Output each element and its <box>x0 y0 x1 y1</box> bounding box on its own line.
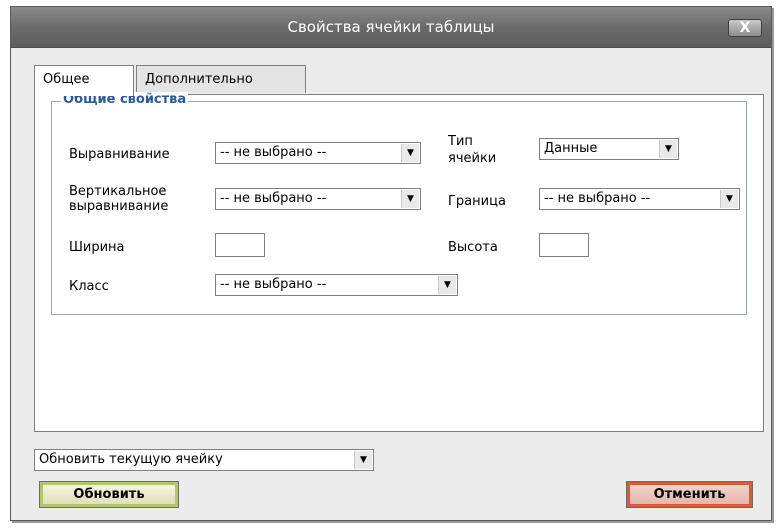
chevron-down-icon[interactable]: ▼ <box>354 451 372 469</box>
tab-general[interactable]: Общее <box>34 65 134 96</box>
border-select[interactable]: -- не выбрано -- ▼ <box>539 188 740 210</box>
tab-advanced[interactable]: Дополнительно <box>136 65 306 93</box>
cell-type-select[interactable]: Данные ▼ <box>539 138 679 160</box>
dialog-title: Свойства ячейки таблицы <box>287 18 495 36</box>
valign-label-line2: выравнивание <box>69 199 169 214</box>
class-select[interactable]: -- не выбрано -- ▼ <box>215 274 458 296</box>
apply-scope-select-value: Обновить текущую ячейку <box>39 452 223 467</box>
cell-type-label-line2: ячейки <box>448 151 497 166</box>
valign-select-value: -- не выбрано -- <box>220 191 327 206</box>
close-icon: X <box>739 20 751 36</box>
chevron-down-icon[interactable]: ▼ <box>659 140 677 158</box>
close-button[interactable]: X <box>728 19 762 37</box>
border-select-value: -- не выбрано -- <box>544 191 651 206</box>
cancel-button[interactable]: Отменить <box>626 481 753 508</box>
general-properties-group: Общие свойства Выравнивание -- не выбран… <box>51 92 747 315</box>
apply-scope-select[interactable]: Обновить текущую ячейку ▼ <box>34 449 374 471</box>
cell-type-label-line1: Тип <box>448 134 473 149</box>
align-label: Выравнивание <box>69 147 170 162</box>
height-input[interactable] <box>539 233 589 257</box>
valign-select[interactable]: -- не выбрано -- ▼ <box>215 188 421 210</box>
dialog-window: Свойства ячейки таблицы X Общее Дополнит… <box>10 6 772 521</box>
valign-label-line1: Вертикальное <box>69 184 167 199</box>
tab-panel-general: Общие свойства Выравнивание -- не выбран… <box>34 92 764 432</box>
height-label: Высота <box>448 240 498 255</box>
width-input[interactable] <box>215 233 265 257</box>
update-button[interactable]: Обновить <box>39 481 179 508</box>
class-select-value: -- не выбрано -- <box>220 277 327 292</box>
chevron-down-icon[interactable]: ▼ <box>401 190 419 208</box>
class-label: Класс <box>69 279 109 294</box>
chevron-down-icon[interactable]: ▼ <box>720 190 738 208</box>
width-label: Ширина <box>69 240 125 255</box>
align-select-value: -- не выбрано -- <box>220 145 327 160</box>
cell-type-select-value: Данные <box>544 141 598 156</box>
title-bar[interactable]: Свойства ячейки таблицы X <box>11 7 771 48</box>
align-select[interactable]: -- не выбрано -- ▼ <box>215 142 421 164</box>
chevron-down-icon[interactable]: ▼ <box>438 276 456 294</box>
chevron-down-icon[interactable]: ▼ <box>401 144 419 162</box>
border-label: Граница <box>448 194 506 209</box>
